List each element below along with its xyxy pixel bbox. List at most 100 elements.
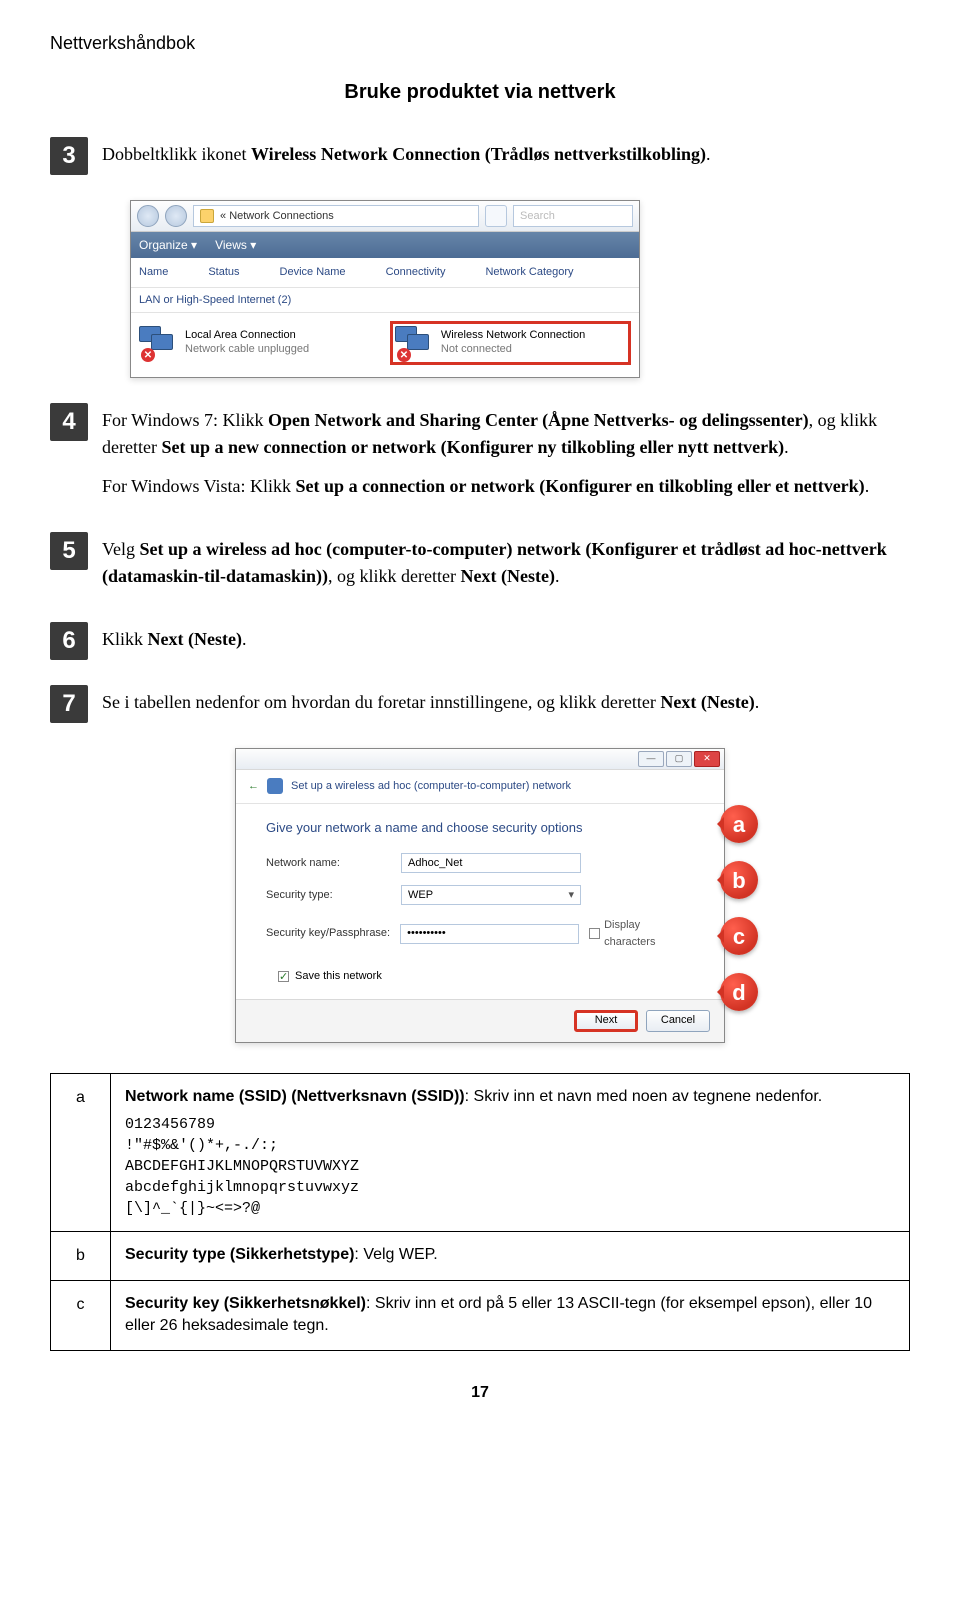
row-save-network[interactable]: Save this network [278,968,694,985]
step-num: 3 [50,137,88,175]
col-category[interactable]: Network Category [485,264,573,281]
label-network-name: Network name: [266,855,401,872]
checkbox-display-chars[interactable] [589,928,600,939]
balloon-b: b [720,861,758,899]
col-connectivity[interactable]: Connectivity [386,264,446,281]
step-body: Klikk Next (Neste). [102,622,910,665]
address-bar[interactable]: « Network Connections [193,205,479,227]
connection-wireless[interactable]: ✕ Wireless Network Connection Not connec… [390,321,631,365]
organize-menu[interactable]: Organize ▾ [139,236,197,254]
text: Dobbeltklikk ikonet [102,144,251,164]
text: . [755,692,760,712]
step-7: 7 Se i tabellen nedenfor om hvordan du f… [50,685,910,728]
minimize-button[interactable]: — [638,751,664,767]
group-header: LAN or High-Speed Internet (2) [131,288,639,314]
text: . [784,437,789,457]
row-security-key: Security key/Passphrase: •••••••••• Disp… [266,917,694,950]
def-tail: : Skriv inn et navn med noen av tegnene … [465,1088,823,1105]
checkbox-save-network[interactable] [278,971,289,982]
def-head: Network name (SSID) (Nettverksnavn (SSID… [125,1088,465,1105]
step-num: 4 [50,403,88,441]
text: . [555,566,560,586]
bold-text: Next (Neste) [461,566,555,586]
connection-local-area[interactable]: ✕ Local Area Connection Network cable un… [139,321,380,365]
command-bar: Organize ▾ Views ▾ [131,232,639,258]
balloon-a: a [720,805,758,843]
conn-title: Local Area Connection [185,329,309,343]
def-key-c: c [51,1280,111,1350]
folder-icon [200,209,214,223]
step-num: 7 [50,685,88,723]
forward-button[interactable] [165,205,187,227]
step-body: For Windows 7: Klikk Open Network and Sh… [102,403,910,512]
def-head: Security key (Sikkerhetsnøkkel) [125,1295,366,1312]
text: Se i tabellen nedenfor om hvordan du for… [102,692,660,712]
def-text-b: Security type (Sikkerhetstype): Velg WEP… [111,1231,910,1280]
table-row: b Security type (Sikkerhetstype): Velg W… [51,1231,910,1280]
bold-text: Next (Neste) [148,629,242,649]
text: , og klikk deretter [328,566,460,586]
network-icon: ✕ [395,326,435,360]
label-display-chars: Display characters [604,917,694,950]
callout-balloons: a b c d [720,805,758,1011]
definition-table: a Network name (SSID) (Nettverksnavn (SS… [50,1073,910,1351]
bold-text: Wireless Network Connection (Trådløs net… [251,144,706,164]
refresh-button[interactable] [485,205,507,227]
column-headers: Name Status Device Name Connectivity Net… [131,258,639,288]
close-button[interactable]: ✕ [694,751,720,767]
table-row: c Security key (Sikkerhetsnøkkel): Skriv… [51,1280,910,1350]
wizard-dialog: — ▢ ✕ ← Set up a wireless ad hoc (comput… [235,748,725,1043]
screenshot-wizard: — ▢ ✕ ← Set up a wireless ad hoc (comput… [235,748,725,1043]
search-input[interactable]: Search [513,205,633,227]
step-6: 6 Klikk Next (Neste). [50,622,910,665]
text: . [706,144,711,164]
window-network-connections: « Network Connections Search Organize ▾ … [130,200,640,378]
text: For Windows Vista: Klikk [102,476,296,496]
step-body: Se i tabellen nedenfor om hvordan du for… [102,685,910,728]
bold-text: Set up a new connection or network (Konf… [161,437,784,457]
wizard-footer: Next Cancel [236,999,724,1042]
display-characters[interactable]: Display characters [589,917,694,950]
conn-status: Network cable unplugged [185,343,309,357]
text: Velg [102,539,140,559]
back-arrow-icon[interactable]: ← [248,778,259,795]
wizard-title-text: Set up a wireless ad hoc (computer-to-co… [291,778,571,795]
col-status[interactable]: Status [208,264,239,281]
row-security-type: Security type: WEP [266,885,694,905]
error-icon: ✕ [141,348,155,362]
input-security-key[interactable]: •••••••••• [400,924,579,944]
wizard-heading: Give your network a name and choose secu… [266,818,694,838]
def-head: Security type (Sikkerhetstype) [125,1246,354,1263]
def-mono: 0123456789 !"#$%&'()*+,-./:; ABCDEFGHIJK… [125,1114,895,1219]
step-body: Dobbeltklikk ikonet Wireless Network Con… [102,137,910,180]
col-name[interactable]: Name [139,264,168,281]
select-security-type[interactable]: WEP [401,885,581,905]
views-menu[interactable]: Views ▾ [215,236,256,254]
network-icon: ✕ [139,326,179,360]
maximize-button[interactable]: ▢ [666,751,692,767]
page-number: 17 [50,1381,910,1405]
conn-status: Not connected [441,343,585,357]
balloon-c: c [720,917,758,955]
cancel-button[interactable]: Cancel [646,1010,710,1032]
label-security-type: Security type: [266,887,401,904]
label-security-key: Security key/Passphrase: [266,925,400,942]
wizard-breadcrumb: ← Set up a wireless ad hoc (computer-to-… [236,770,724,804]
section-title: Bruke produktet via nettverk [50,77,910,107]
def-key-b: b [51,1231,111,1280]
back-button[interactable] [137,205,159,227]
text: . [865,476,870,496]
error-icon: ✕ [397,348,411,362]
input-network-name[interactable]: Adhoc_Net [401,853,581,873]
titlebar: — ▢ ✕ [236,749,724,770]
toolbar: « Network Connections Search [131,201,639,232]
bold-text: Set up a connection or network (Konfigur… [296,476,865,496]
step-3: 3 Dobbeltklikk ikonet Wireless Network C… [50,137,910,180]
bold-text: Next (Neste) [660,692,754,712]
def-key-a: a [51,1073,111,1231]
row-network-name: Network name: Adhoc_Net [266,853,694,873]
step-num: 6 [50,622,88,660]
col-device[interactable]: Device Name [280,264,346,281]
next-button[interactable]: Next [574,1010,638,1032]
table-row: a Network name (SSID) (Nettverksnavn (SS… [51,1073,910,1231]
